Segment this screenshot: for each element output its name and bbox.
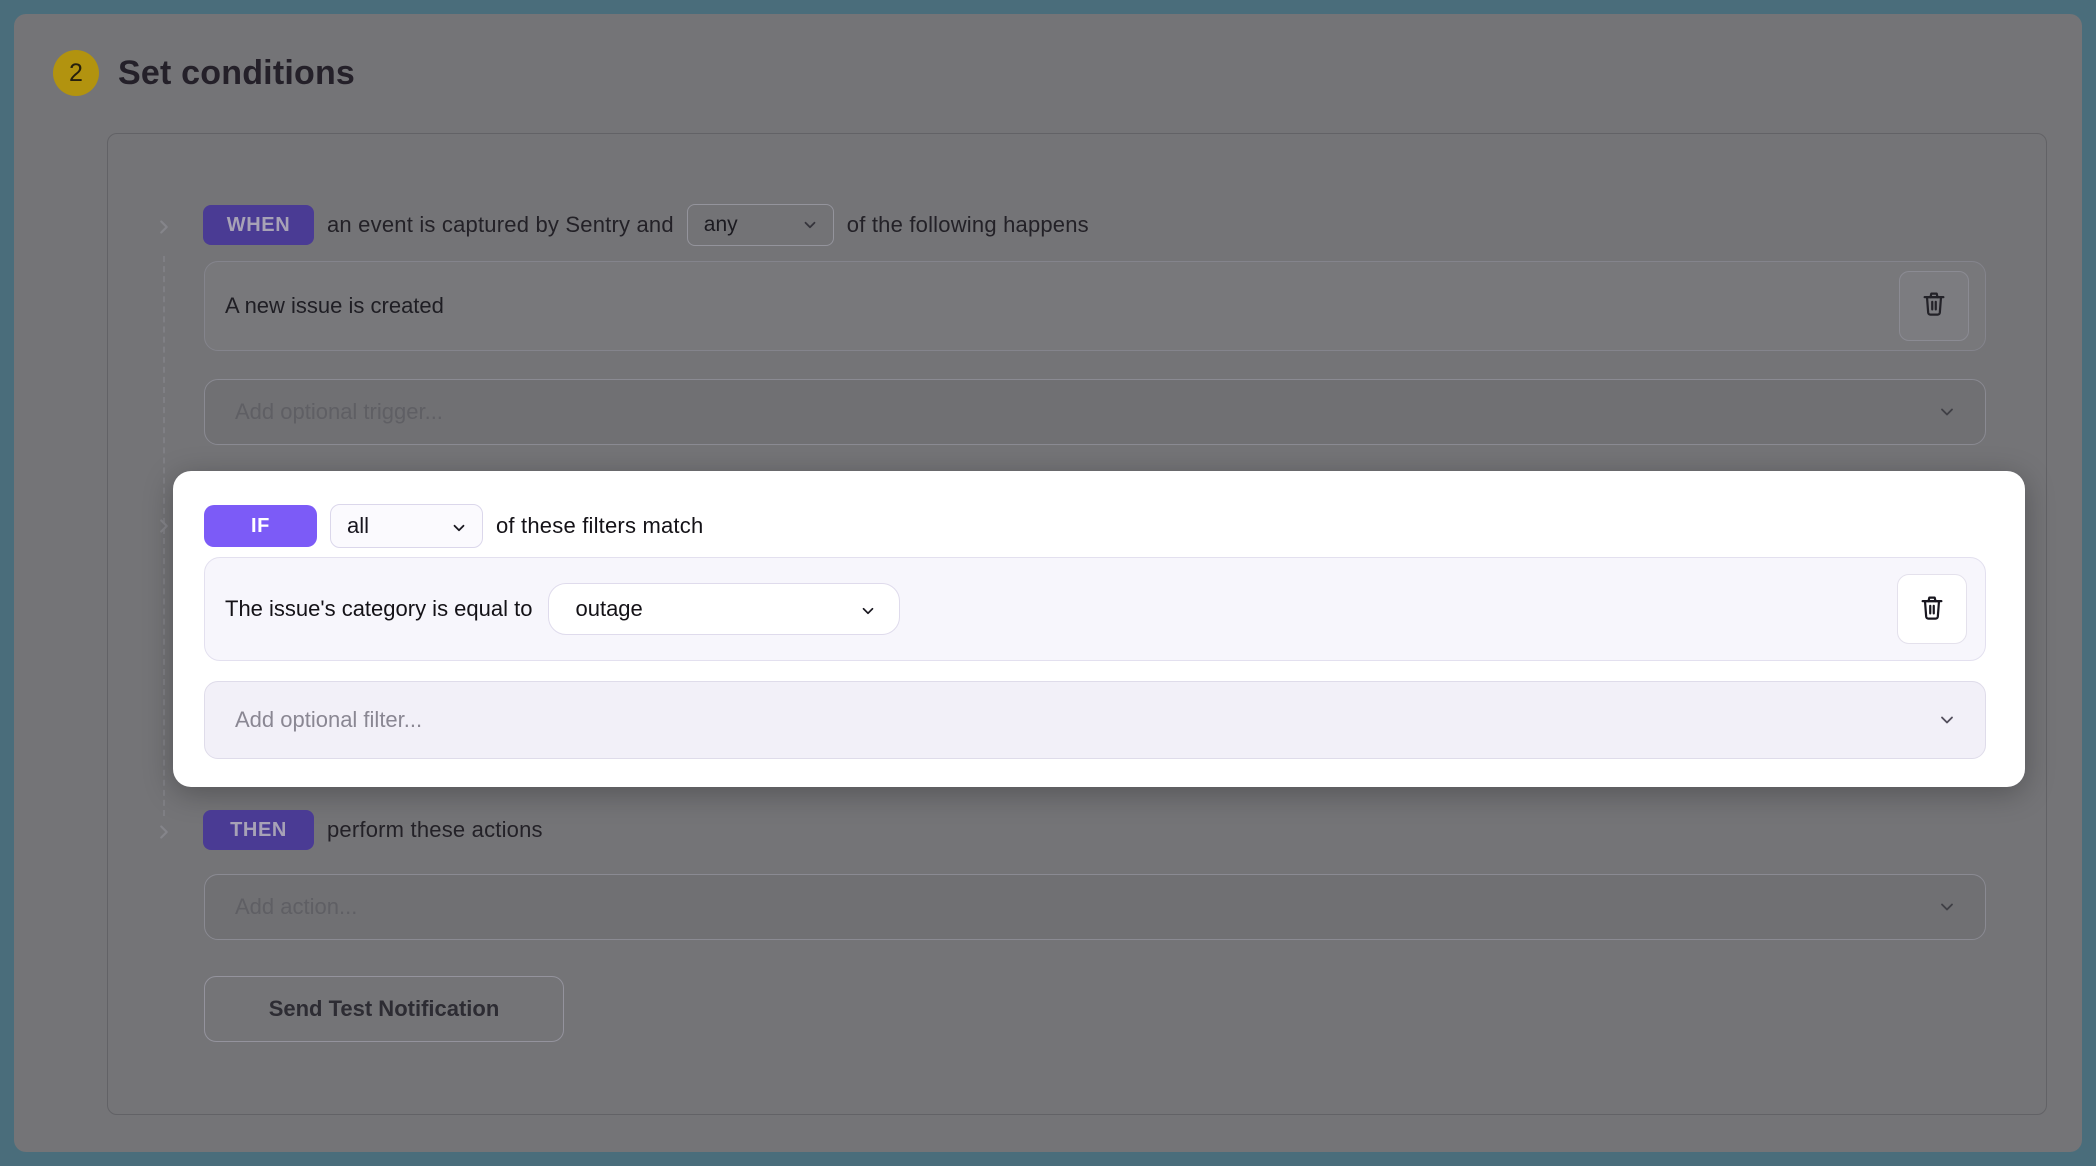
add-action-label: Add action... — [235, 894, 358, 919]
add-optional-filter[interactable]: Add optional filter... — [204, 681, 1986, 759]
delete-trigger-button[interactable] — [1899, 271, 1969, 341]
send-test-notification-button[interactable]: Send Test Notification — [204, 976, 564, 1042]
filter-value-select[interactable]: outage — [548, 583, 901, 635]
add-optional-trigger[interactable]: Add optional trigger... — [204, 379, 1986, 445]
add-action[interactable]: Add action... — [204, 874, 1986, 940]
chevron-right-icon[interactable] — [153, 821, 175, 843]
step-number-badge: 2 — [53, 50, 99, 96]
chevron-down-icon — [801, 216, 819, 234]
chevron-down-icon — [1937, 402, 1957, 422]
trigger-row-label: A new issue is created — [225, 293, 444, 318]
step-number: 2 — [69, 58, 83, 87]
then-header-row: THEN perform these actions — [203, 808, 543, 852]
delete-filter-button[interactable] — [1897, 574, 1967, 644]
filter-row-label: The issue's category is equal to — [225, 596, 533, 621]
screen: 2 Set conditions WHEN an event is captur… — [0, 0, 2096, 1166]
if-match-select-value: all — [347, 513, 370, 538]
chevron-down-icon — [450, 517, 468, 535]
if-match-select[interactable]: all — [330, 504, 483, 548]
chevron-down-icon — [1937, 897, 1957, 917]
when-text-after: of the following happens — [846, 212, 1089, 237]
page-title: Set conditions — [118, 53, 356, 92]
then-text-after: perform these actions — [327, 817, 543, 842]
if-section-highlight: IF all of these filters match The issue'… — [173, 471, 2025, 787]
trigger-row: A new issue is created — [204, 261, 1986, 351]
chevron-down-icon — [859, 600, 877, 618]
filter-row: The issue's category is equal to outage — [204, 557, 1986, 661]
page-overlay-area: 2 Set conditions WHEN an event is captur… — [14, 14, 2082, 1152]
add-optional-trigger-label: Add optional trigger... — [235, 399, 443, 424]
when-header-row: WHEN an event is captured by Sentry and … — [203, 203, 1089, 247]
chevron-down-icon — [1937, 710, 1957, 730]
chevron-right-icon[interactable] — [153, 515, 175, 537]
then-badge: THEN — [203, 810, 314, 850]
chevron-right-icon[interactable] — [153, 216, 175, 238]
when-match-select[interactable]: any — [686, 204, 834, 246]
filter-value-select-value: outage — [575, 596, 643, 621]
add-optional-filter-label: Add optional filter... — [235, 707, 423, 732]
when-match-select-value: any — [703, 213, 738, 236]
when-badge: WHEN — [203, 205, 314, 245]
trash-icon — [1920, 289, 1948, 323]
trash-icon — [1918, 593, 1946, 626]
conditions-panel: WHEN an event is captured by Sentry and … — [107, 133, 2047, 1115]
if-text-after: of these filters match — [496, 513, 704, 538]
if-badge: IF — [204, 505, 317, 547]
if-header-row: IF all of these filters match — [204, 504, 703, 548]
when-text-before: an event is captured by Sentry and — [327, 212, 674, 237]
